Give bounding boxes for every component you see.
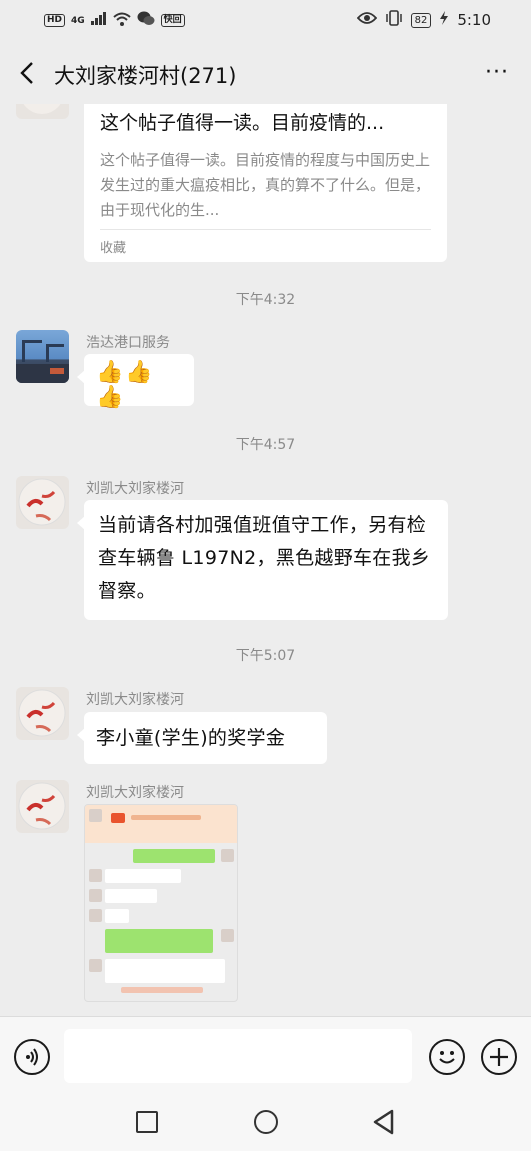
image-green-bubble <box>133 849 215 863</box>
avatar-liu-kai[interactable] <box>16 780 69 833</box>
status-bar: HD 4G 快回 82 5:10 <box>0 0 531 42</box>
image-avatar <box>221 849 234 862</box>
sender-name: 浩达港口服务 <box>86 335 170 351</box>
clock: 5:10 <box>457 11 491 29</box>
image-avatar <box>89 959 102 972</box>
back-button[interactable] <box>14 58 44 88</box>
home-button[interactable] <box>254 1110 278 1134</box>
thumbs-up-emoji: 👍👍👍 <box>96 360 155 410</box>
image-avatar <box>89 909 102 922</box>
card-source: 收藏 <box>100 241 127 256</box>
avatar[interactable] <box>16 104 69 119</box>
timestamp: 下午5:07 <box>235 648 296 664</box>
emoji-icon <box>439 1051 455 1064</box>
fast-badge: 快回 <box>160 14 185 27</box>
status-left: HD 4G 快回 <box>44 11 185 30</box>
image-avatar <box>89 809 102 822</box>
message-bubble[interactable]: 李小童(学生)的奖学金 <box>77 712 327 764</box>
system-nav-bar <box>0 1095 531 1151</box>
card-title: 这个帖子值得一读。目前疫情的... <box>100 112 385 134</box>
voice-icon <box>26 1048 38 1066</box>
vibrate-icon <box>385 10 403 30</box>
wechat-notify-icon <box>137 11 155 30</box>
chat-area[interactable]: 这个帖子值得一读。目前疫情的... 这个帖子值得一读。目前疫情的程度与中国历史上… <box>0 104 531 1016</box>
favorite-card[interactable]: 这个帖子值得一读。目前疫情的... 这个帖子值得一读。目前疫情的程度与中国历史上… <box>84 104 447 262</box>
image-footer <box>121 987 203 993</box>
message-text: 李小童(学生)的奖学金 <box>96 727 286 749</box>
card-description: 这个帖子值得一读。目前疫情的程度与中国历史上发生过的重大瘟疫相比，真的算不了什么… <box>100 151 431 219</box>
nav-back-button[interactable] <box>372 1109 396 1139</box>
image-white-bubble <box>105 869 181 883</box>
recents-button[interactable] <box>136 1111 158 1133</box>
status-right: 82 5:10 <box>356 10 491 30</box>
sender-name: 刘凯大刘家楼河 <box>86 481 184 497</box>
image-message[interactable] <box>84 804 238 1002</box>
image-shared-card <box>85 805 237 843</box>
avatar-liu-kai[interactable] <box>16 687 69 740</box>
image-card-line <box>131 815 201 820</box>
hd-badge: HD <box>44 14 66 27</box>
message-text: 当前请各村加强值班值守工作，另有检查车辆鲁 L197N2，黑色越野车在我乡督察。 <box>98 514 431 602</box>
timestamp: 下午4:32 <box>235 292 296 308</box>
avatar-liu-kai[interactable] <box>16 476 69 529</box>
image-white-bubble <box>105 959 225 983</box>
avatar-port-service[interactable] <box>16 330 69 383</box>
plus-button[interactable] <box>481 1039 517 1075</box>
input-bar <box>0 1016 531 1095</box>
battery-indicator: 82 <box>410 12 432 28</box>
more-button[interactable]: ··· <box>485 60 509 85</box>
image-white-bubble <box>105 909 129 923</box>
emoji-button[interactable] <box>429 1039 465 1075</box>
image-avatar <box>89 869 102 882</box>
message-bubble[interactable]: 👍👍👍 <box>77 354 194 410</box>
sender-name: 刘凯大刘家楼河 <box>86 785 184 801</box>
charge-icon <box>439 11 449 29</box>
plus-icon <box>490 1048 508 1066</box>
sender-name: 刘凯大刘家楼河 <box>86 692 184 708</box>
message-bubble[interactable]: 当前请各村加强值班值守工作，另有检查车辆鲁 L197N2，黑色越野车在我乡督察。 <box>77 500 448 620</box>
image-card-icon <box>111 813 125 823</box>
image-green-bubble <box>105 929 213 953</box>
card-divider <box>100 229 431 230</box>
timestamp: 下午4:57 <box>235 437 296 453</box>
chat-title: 大刘家楼河村(271) <box>54 64 237 88</box>
wifi-icon <box>113 12 131 30</box>
message-input[interactable] <box>64 1029 412 1083</box>
image-avatar <box>89 889 102 902</box>
voice-button[interactable] <box>14 1039 50 1075</box>
eye-icon <box>356 11 377 29</box>
image-white-bubble <box>105 889 157 903</box>
signal-label: 4G <box>71 15 85 26</box>
chat-header: 大刘家楼河村(271) ··· <box>0 42 531 104</box>
triangle-back-icon <box>373 1109 394 1135</box>
chevron-left-icon <box>20 62 33 84</box>
image-avatar <box>221 929 234 942</box>
signal-icon <box>90 12 107 29</box>
